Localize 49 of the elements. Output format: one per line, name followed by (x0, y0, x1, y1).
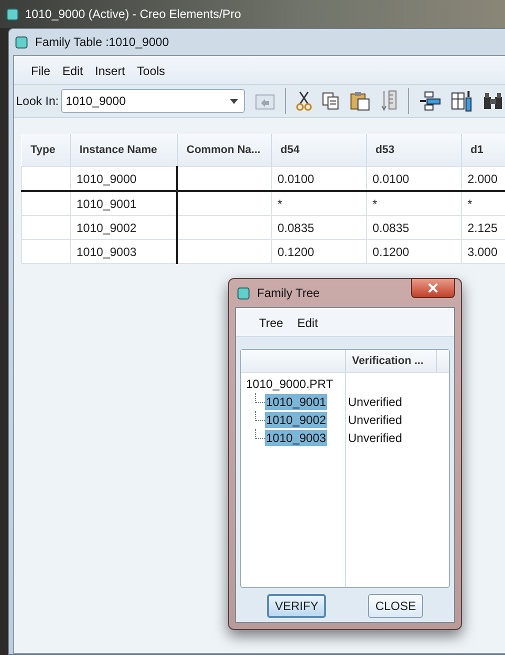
column-header[interactable]: d53 (366, 134, 461, 166)
status-text: Unverified (348, 394, 404, 411)
window-title: Family Tree (257, 286, 321, 300)
insert-row-icon[interactable] (418, 91, 441, 111)
column-header[interactable]: Type (22, 134, 70, 166)
table-cell: 0.0100 (366, 166, 461, 191)
paste-icon[interactable] (350, 91, 370, 111)
menu-item[interactable]: Edit (296, 316, 319, 330)
instance-node[interactable]: 1010_9003 (265, 430, 328, 446)
ruler-arrow-icon[interactable] (380, 90, 398, 112)
table-cell: 0.0835 (271, 216, 366, 240)
table-cell: * (366, 191, 461, 216)
table-cell: 0.1200 (366, 240, 461, 264)
menu-item[interactable]: File (30, 64, 52, 78)
verify-button[interactable]: VERIFY (266, 594, 326, 618)
table-cell: * (271, 191, 366, 216)
column-header[interactable]: d1 (461, 134, 505, 166)
window-icon (15, 36, 28, 48)
menu-item[interactable]: Edit (61, 64, 84, 78)
table-cell: 1010_9000 (70, 166, 177, 191)
window-icon (237, 286, 250, 300)
scissors-icon[interactable] (296, 91, 312, 111)
window-title: 1010_9000 (Active) - Creo Elements/Pro (25, 7, 242, 21)
look-in-dropdown[interactable]: 1010_9000 (60, 89, 245, 113)
close-button[interactable] (411, 278, 455, 298)
copy-icon[interactable] (322, 92, 340, 110)
menu-item[interactable]: Tree (258, 316, 284, 330)
menu-item[interactable]: Insert (94, 64, 126, 78)
close-button[interactable]: CLOSE (368, 594, 423, 618)
window-icon (6, 8, 19, 20)
instance-node[interactable]: 1010_9002 (265, 412, 328, 428)
column-header[interactable]: d54 (271, 134, 366, 166)
table-cell: 0.1200 (271, 240, 366, 264)
insert-column-icon[interactable] (450, 90, 473, 112)
caret-icon (230, 98, 238, 104)
status-text: Unverified (348, 412, 404, 429)
part-node[interactable]: 1010_9000.PRT (241, 375, 334, 393)
window-title: Family Table :1010_9000 (35, 35, 169, 49)
table-cell: 2.000 (461, 166, 505, 191)
table-cell: 0.0100 (271, 166, 366, 191)
status-text: Unverified (348, 430, 404, 447)
column-header[interactable]: Common Na... (177, 134, 271, 166)
instance-node[interactable]: 1010_9001 (265, 394, 328, 410)
menu-item[interactable]: Tools (136, 64, 166, 78)
column-header[interactable]: Instance Name (70, 134, 177, 166)
table-cell: 0.0835 (366, 216, 461, 240)
binoculars-icon[interactable] (482, 92, 503, 110)
look-in-label: Look In: (16, 94, 59, 108)
close-icon (428, 283, 438, 293)
